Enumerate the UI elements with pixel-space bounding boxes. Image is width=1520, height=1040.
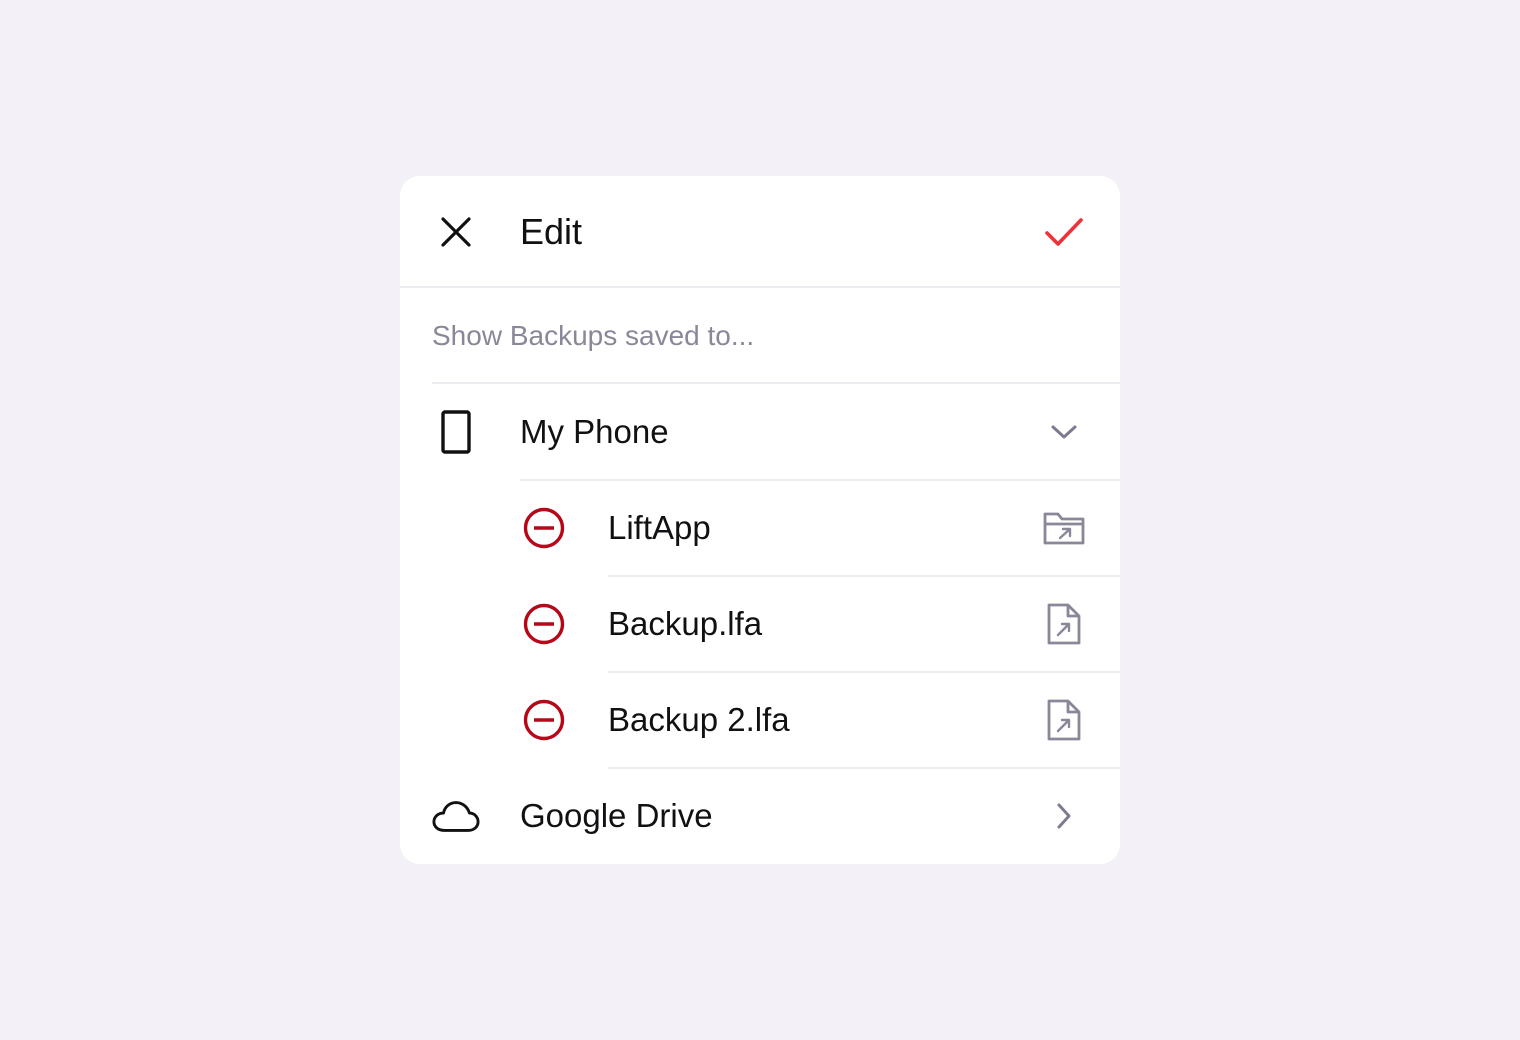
confirm-button[interactable] [1040,208,1088,256]
remove-icon [523,699,565,741]
edit-dialog: Edit Show Backups saved to... My Phone L… [400,176,1120,864]
backup-item-label: Backup.lfa [608,605,763,642]
backup-item-row: Backup 2.lfa [520,673,1120,767]
remove-icon [523,603,565,645]
remove-button[interactable] [520,600,568,648]
dialog-header: Edit [400,176,1120,288]
backup-item-label: Backup 2.lfa [608,701,790,738]
phone-icon [432,408,480,456]
remove-button[interactable] [520,696,568,744]
backup-item-row: Backup.lfa [520,577,1120,671]
backup-item-label: LiftApp [608,509,711,546]
section-subtitle: Show Backups saved to... [432,288,1120,384]
location-label: Google Drive [520,797,713,834]
dialog-title: Edit [520,211,583,252]
close-button[interactable] [432,208,480,256]
location-row-my-phone[interactable]: My Phone [400,384,1120,480]
folder-link-icon[interactable] [1040,504,1088,552]
chevron-right-icon[interactable] [1040,792,1088,840]
location-row-google-drive[interactable]: Google Drive [400,768,1120,864]
backup-item-row: LiftApp [520,481,1120,575]
close-icon [441,217,471,247]
file-link-icon[interactable] [1040,600,1088,648]
cloud-icon [432,792,480,840]
remove-icon [523,507,565,549]
check-icon [1045,218,1083,246]
location-label: My Phone [520,413,669,450]
file-link-icon[interactable] [1040,696,1088,744]
remove-button[interactable] [520,504,568,552]
chevron-down-icon[interactable] [1040,408,1088,456]
